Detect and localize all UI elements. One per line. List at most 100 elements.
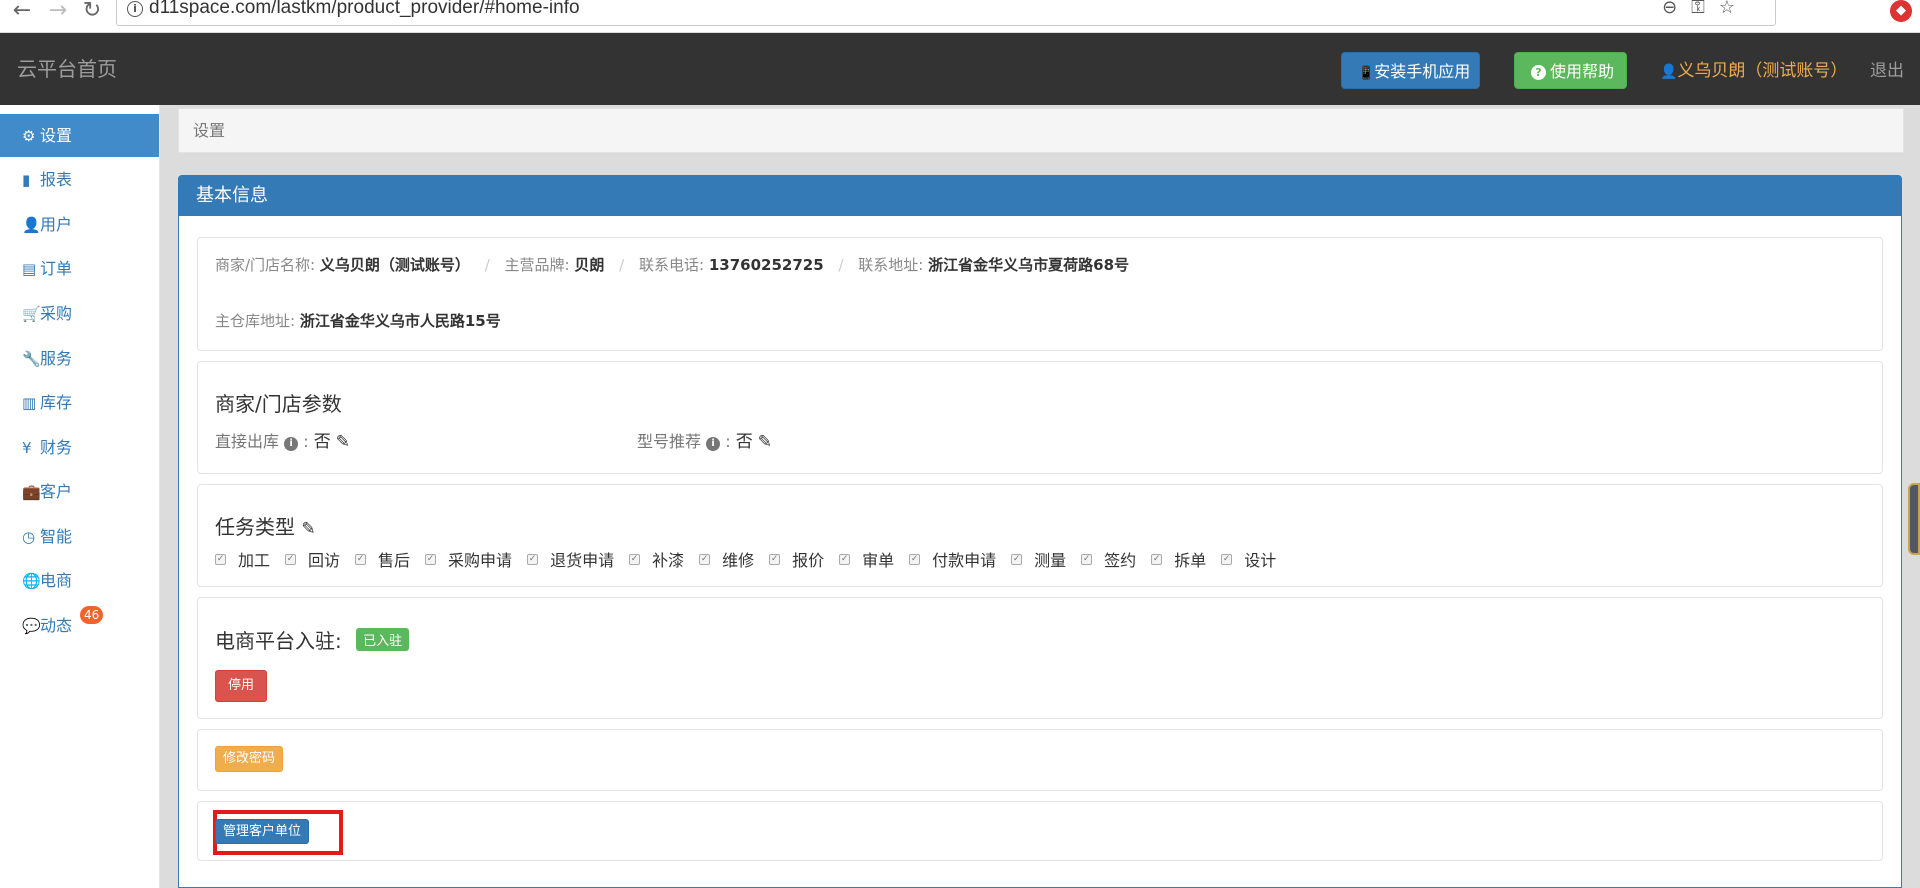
task-label: 维修 — [722, 551, 755, 570]
sidebar-item-label: 财务 — [40, 438, 73, 457]
sidebar-item-reports[interactable]: ▮ 报表 — [0, 158, 159, 201]
sidebar-item-settings[interactable]: ⚙ 设置 — [0, 114, 159, 157]
sidebar-item-ecommerce[interactable]: 🌐电商 — [0, 559, 159, 602]
sidebar-item-activity[interactable]: 💬动态 46 — [0, 604, 159, 647]
status-badge: 已入驻 — [356, 628, 410, 651]
sidebar-item-orders[interactable]: ▤ 订单 — [0, 247, 159, 290]
change-password-button[interactable]: 修改密码 — [215, 746, 283, 772]
pencil-icon[interactable]: ✎ — [301, 519, 315, 539]
user-icon: 👤 — [22, 216, 41, 234]
globe-icon: 🌐 — [22, 572, 41, 590]
task-types-well: 任务类型 ✎ ✓ 加工 ✓ 回访 ✓ 售后 ✓ 采购申请 ✓ 退货申请 ✓ 补漆 ✓ 维修 ✓… — [197, 484, 1883, 587]
task-checkbox[interactable]: ✓ 审单 — [839, 547, 894, 571]
task-checkbox[interactable]: ✓ 测量 — [1011, 547, 1066, 571]
task-checkbox[interactable]: ✓ 付款申请 — [909, 547, 996, 571]
task-checkbox[interactable]: ✓ 设计 — [1221, 547, 1276, 571]
help-button[interactable]: ? 使用帮助 — [1514, 52, 1627, 89]
sidebar-item-service[interactable]: 🔧服务 — [0, 337, 159, 380]
checkbox[interactable]: ✓ — [1081, 553, 1093, 565]
task-checkbox[interactable]: ✓ 退货申请 — [527, 547, 614, 571]
bookmark-star-icon[interactable]: ☆ — [1719, 0, 1735, 18]
panel-title: 基本信息 — [179, 176, 1901, 216]
site-info-icon[interactable]: i — [127, 1, 143, 17]
sidebar-item-purchase[interactable]: 🛒采购 — [0, 292, 159, 335]
task-checkbox[interactable]: ✓ 加工 — [215, 547, 270, 571]
bar-chart-icon: ▮ — [22, 171, 31, 189]
yen-icon: ¥ — [22, 439, 32, 457]
direct-outbound-value: 否 — [313, 432, 331, 452]
task-checkbox[interactable]: ✓ 维修 — [699, 547, 754, 571]
colon: : — [303, 432, 309, 451]
phone-value: 13760252725 — [708, 256, 824, 274]
address-bar[interactable]: i d11space.com/lastkm/product_provider/#… — [116, 0, 1776, 26]
sidebar-item-users[interactable]: 👤用户 — [0, 203, 159, 246]
checkbox[interactable]: ✓ — [425, 553, 437, 565]
checkbox[interactable]: ✓ — [1151, 553, 1163, 565]
manage-customer-units-button[interactable]: 管理客户单位 — [215, 819, 309, 844]
task-label: 审单 — [862, 551, 895, 570]
ecommerce-well: 电商平台入驻: 已入驻 停用 — [197, 597, 1883, 719]
main-content: 设置 基本信息 商家/门店名称: 义乌贝朗（测试账号） / 主营品牌: 贝朗 /… — [160, 105, 1920, 888]
sidebar-item-label: 客户 — [40, 482, 73, 501]
zoom-icon[interactable]: ⊖ — [1662, 0, 1677, 18]
install-app-button[interactable]: 📱安装手机应用 — [1341, 52, 1480, 89]
task-checkbox[interactable]: ✓ 签约 — [1081, 547, 1136, 571]
direct-outbound-label: 直接出库 — [215, 432, 280, 451]
brand-home-link[interactable]: 云平台首页 — [17, 53, 117, 82]
checkbox[interactable]: ✓ — [527, 553, 539, 565]
checkbox[interactable]: ✓ — [285, 553, 297, 565]
sidebar-item-label: 用户 — [40, 215, 73, 234]
extension-icon[interactable]: ◆ — [1890, 0, 1912, 22]
checkbox[interactable]: ✓ — [769, 553, 781, 565]
info-circle-icon[interactable]: i — [706, 437, 721, 451]
notification-badge: 46 — [80, 606, 104, 624]
store-info-line: 商家/门店名称: 义乌贝朗（测试账号） / 主营品牌: 贝朗 / 联系电话: 1… — [215, 254, 1129, 275]
task-checkbox[interactable]: ✓ 报价 — [769, 547, 824, 571]
shopping-cart-icon: 🛒 — [22, 305, 41, 323]
user-icon: 👤 — [1660, 64, 1678, 80]
model-recommend-value: 否 — [735, 432, 753, 452]
sidebar-item-finance[interactable]: ¥ 财务 — [0, 426, 159, 469]
back-arrow-icon[interactable]: ← — [8, 0, 36, 24]
task-checkbox[interactable]: ✓ 拆单 — [1151, 547, 1206, 571]
checkbox[interactable]: ✓ — [839, 553, 851, 565]
sidebar-item-inventory[interactable]: ▥ 库存 — [0, 381, 159, 424]
reload-icon[interactable]: ↻ — [78, 0, 106, 24]
task-label: 回访 — [308, 551, 341, 570]
url-text[interactable]: d11space.com/lastkm/product_provider/#ho… — [149, 0, 580, 19]
task-label: 签约 — [1104, 551, 1137, 570]
sidebar-item-label: 订单 — [40, 259, 73, 278]
checkbox[interactable]: ✓ — [1221, 553, 1233, 565]
pencil-icon[interactable]: ✎ — [758, 432, 772, 452]
task-types-title: 任务类型 — [215, 515, 295, 539]
store-info-well: 商家/门店名称: 义乌贝朗（测试账号） / 主营品牌: 贝朗 / 联系电话: 1… — [197, 237, 1883, 351]
brand-value: 贝朗 — [574, 256, 605, 274]
checkbox[interactable]: ✓ — [629, 553, 641, 565]
forward-arrow-icon[interactable]: → — [44, 0, 72, 24]
disable-button[interactable]: 停用 — [215, 670, 267, 702]
task-checkbox[interactable]: ✓ 回访 — [285, 547, 340, 571]
browser-toolbar: ← → ↻ i d11space.com/lastkm/product_prov… — [0, 0, 1920, 33]
checkbox[interactable]: ✓ — [215, 553, 226, 565]
checkbox[interactable]: ✓ — [355, 553, 367, 565]
task-label: 报价 — [792, 551, 825, 570]
warehouse-value: 浙江省金华义乌市人民路15号 — [299, 312, 501, 330]
logout-link[interactable]: 退出 — [1870, 56, 1904, 81]
user-account-link[interactable]: 👤义乌贝朗（测试账号） — [1660, 56, 1847, 81]
key-icon[interactable]: ⚿ — [1691, 0, 1705, 18]
basic-info-panel: 基本信息 商家/门店名称: 义乌贝朗（测试账号） / 主营品牌: 贝朗 / 联系… — [178, 175, 1902, 888]
model-recommend-param: 型号推荐 i : 否 ✎ — [637, 427, 772, 452]
pencil-icon[interactable]: ✎ — [336, 432, 350, 452]
checkbox[interactable]: ✓ — [1011, 553, 1023, 565]
sidebar-item-smart[interactable]: ◷ 智能 — [0, 515, 159, 558]
info-circle-icon[interactable]: i — [284, 437, 299, 451]
change-password-well: 修改密码 — [197, 729, 1883, 791]
task-checkbox[interactable]: ✓ 补漆 — [629, 547, 684, 571]
task-checkbox[interactable]: ✓ 售后 — [355, 547, 410, 571]
sidebar-item-customers[interactable]: 💼客户 — [0, 470, 159, 513]
side-drag-handle[interactable] — [1908, 483, 1920, 555]
checkbox[interactable]: ✓ — [909, 553, 921, 565]
task-checkbox[interactable]: ✓ 采购申请 — [425, 547, 512, 571]
checkbox[interactable]: ✓ — [699, 553, 711, 565]
task-label: 退货申请 — [550, 551, 615, 570]
